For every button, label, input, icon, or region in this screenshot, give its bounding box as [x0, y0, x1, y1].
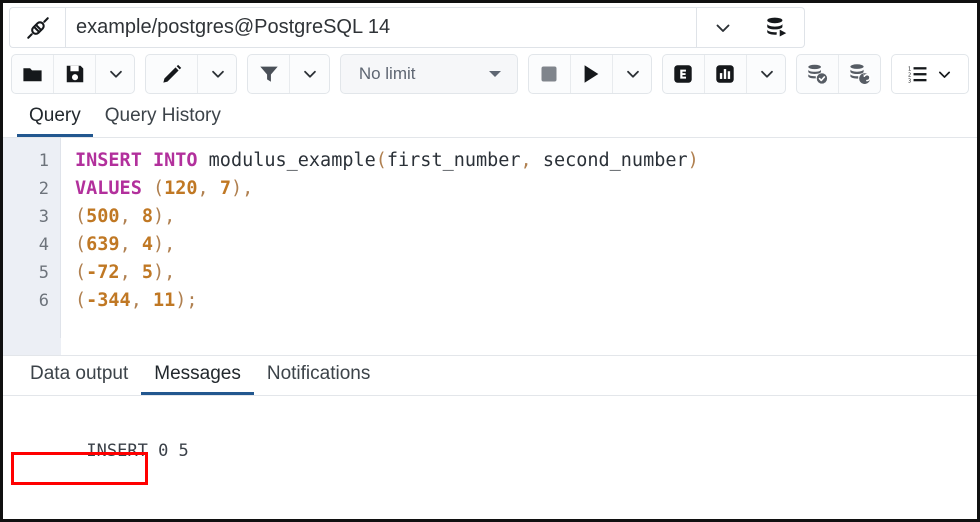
svg-text:2: 2: [908, 72, 911, 78]
connection-string-value: example/postgres@PostgreSQL 14: [76, 16, 390, 39]
sql-editor[interactable]: 1 2 3 4 5 6 INSERT INTO modulus_example(…: [3, 138, 977, 338]
edit-options-caret[interactable]: [198, 55, 237, 93]
message-status-line: Query returned successfully in 82 msec.: [21, 518, 977, 522]
connection-dropdown-caret[interactable]: [697, 7, 749, 48]
svg-text:3: 3: [908, 78, 911, 84]
svg-text:1: 1: [908, 66, 911, 72]
line-number: 5: [3, 259, 60, 287]
connection-bar: example/postgres@PostgreSQL 14: [3, 3, 977, 48]
code-line: VALUES (120, 7),: [75, 175, 977, 203]
line-number: 3: [3, 203, 60, 231]
execute-options-caret[interactable]: [613, 55, 652, 93]
plug-connection-icon: [9, 7, 65, 48]
connection-string-field[interactable]: example/postgres@PostgreSQL 14: [65, 7, 697, 48]
numbered-list-icon: 1 2 3: [908, 64, 932, 84]
output-tab-bar: Data output Messages Notifications: [3, 356, 977, 396]
editor-line-number-gutter: 1 2 3 4 5 6: [3, 138, 61, 338]
funnel-filter-button[interactable]: [248, 55, 290, 93]
query-tab-bar: Query Query History: [3, 100, 977, 138]
row-limit-select[interactable]: No limit: [340, 54, 518, 94]
message-result-line: INSERT 0 5: [21, 410, 977, 492]
code-line: (-344, 11);: [75, 287, 977, 315]
chevron-down-icon: [487, 66, 503, 82]
tab-messages[interactable]: Messages: [141, 363, 254, 395]
save-file-button[interactable]: [54, 55, 96, 93]
database-connect-icon[interactable]: [749, 7, 805, 48]
line-number: 2: [3, 175, 60, 203]
explain-button-group: [662, 54, 786, 94]
connection-bar-spacer: [805, 7, 971, 48]
open-file-button[interactable]: [12, 55, 54, 93]
pencil-edit-button[interactable]: [146, 55, 198, 93]
execute-query-button[interactable]: [571, 55, 613, 93]
sql-code-area[interactable]: INSERT INTO modulus_example(first_number…: [61, 138, 977, 338]
code-line: (639, 4),: [75, 231, 977, 259]
tab-query-history[interactable]: Query History: [93, 105, 233, 137]
query-toolbar: No limit: [3, 48, 977, 100]
explain-options-caret[interactable]: [747, 55, 786, 93]
insert-result-text: INSERT 0 5: [82, 436, 192, 466]
stop-query-button[interactable]: [529, 55, 571, 93]
macros-menu-button[interactable]: 1 2 3: [891, 54, 969, 94]
code-line: (500, 8),: [75, 203, 977, 231]
line-number: 1: [3, 147, 60, 175]
messages-panel: INSERT 0 5 Query returned successfully i…: [3, 396, 977, 512]
filter-button-group: [247, 54, 330, 94]
file-button-group: [11, 54, 135, 94]
transaction-button-group: [796, 54, 882, 94]
tab-query[interactable]: Query: [17, 105, 93, 137]
edit-button-group: [145, 54, 237, 94]
chevron-down-icon: [936, 66, 953, 83]
row-limit-value: No limit: [359, 64, 416, 84]
editor-bottom-filler: [3, 338, 977, 355]
tab-notifications[interactable]: Notifications: [254, 363, 384, 395]
tab-data-output[interactable]: Data output: [17, 363, 141, 395]
message-spacer: [21, 492, 977, 518]
line-number: 4: [3, 231, 60, 259]
line-number: 6: [3, 287, 60, 315]
commit-button[interactable]: [797, 55, 839, 93]
code-line: (-72, 5),: [75, 259, 977, 287]
save-options-caret[interactable]: [96, 55, 135, 93]
rollback-button[interactable]: [839, 55, 881, 93]
code-line: INSERT INTO modulus_example(first_number…: [75, 147, 977, 175]
explain-e-button[interactable]: [663, 55, 705, 93]
execute-button-group: [528, 54, 652, 94]
filter-options-caret[interactable]: [290, 55, 330, 93]
pgadmin-query-tool-window: example/postgres@PostgreSQL 14: [0, 0, 980, 522]
explain-analyze-button[interactable]: [705, 55, 747, 93]
